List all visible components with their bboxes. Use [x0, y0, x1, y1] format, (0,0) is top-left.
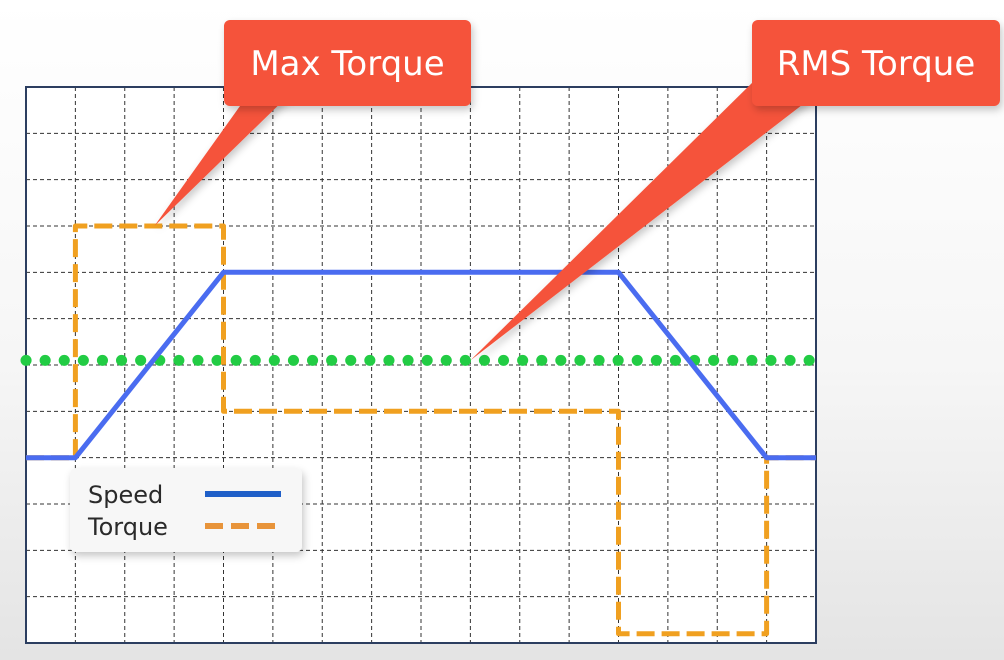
callout-label: Max Torque [250, 44, 444, 84]
legend: Speed Torque [70, 468, 302, 552]
legend-label-torque: Torque [87, 513, 168, 541]
speed-torque-chart: Speed Torque Max Torque RMS Torque [20, 20, 1000, 644]
callout-label: RMS Torque [777, 44, 976, 84]
legend-label-speed: Speed [88, 481, 163, 509]
